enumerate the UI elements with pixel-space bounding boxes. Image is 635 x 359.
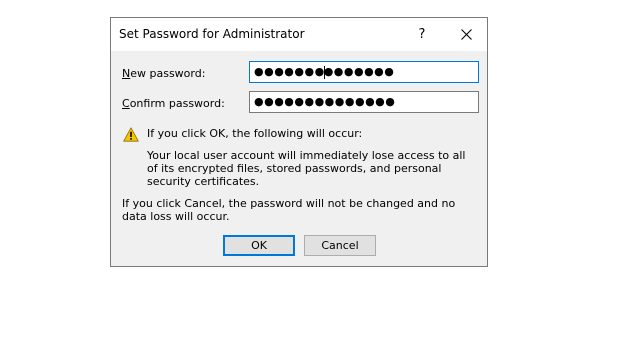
close-button[interactable] [453,22,479,46]
help-button[interactable]: ? [409,22,435,46]
help-icon: ? [418,26,426,42]
confirm-password-input[interactable]: ●●●●●●●●●●●●●● [249,91,479,113]
warning-icon [123,127,139,142]
title-bar: Set Password for Administrator ? [111,18,487,51]
warning-body: Your local user account will immediately… [147,149,466,188]
dialog-title: Set Password for Administrator [119,27,305,41]
confirm-password-label: Confirm password: [122,97,225,110]
cancel-button[interactable]: Cancel [304,235,376,256]
new-password-input[interactable]: ●●●●●●●●●●●●●● [249,61,479,83]
ok-button[interactable]: OK [223,235,295,256]
warning-heading: If you click OK, the following will occu… [147,127,363,140]
new-password-label: New password: [122,67,206,80]
cancel-note: If you click Cancel, the password will n… [122,197,456,223]
close-icon [460,28,472,40]
set-password-dialog: Set Password for Administrator ? New pas… [110,17,488,267]
